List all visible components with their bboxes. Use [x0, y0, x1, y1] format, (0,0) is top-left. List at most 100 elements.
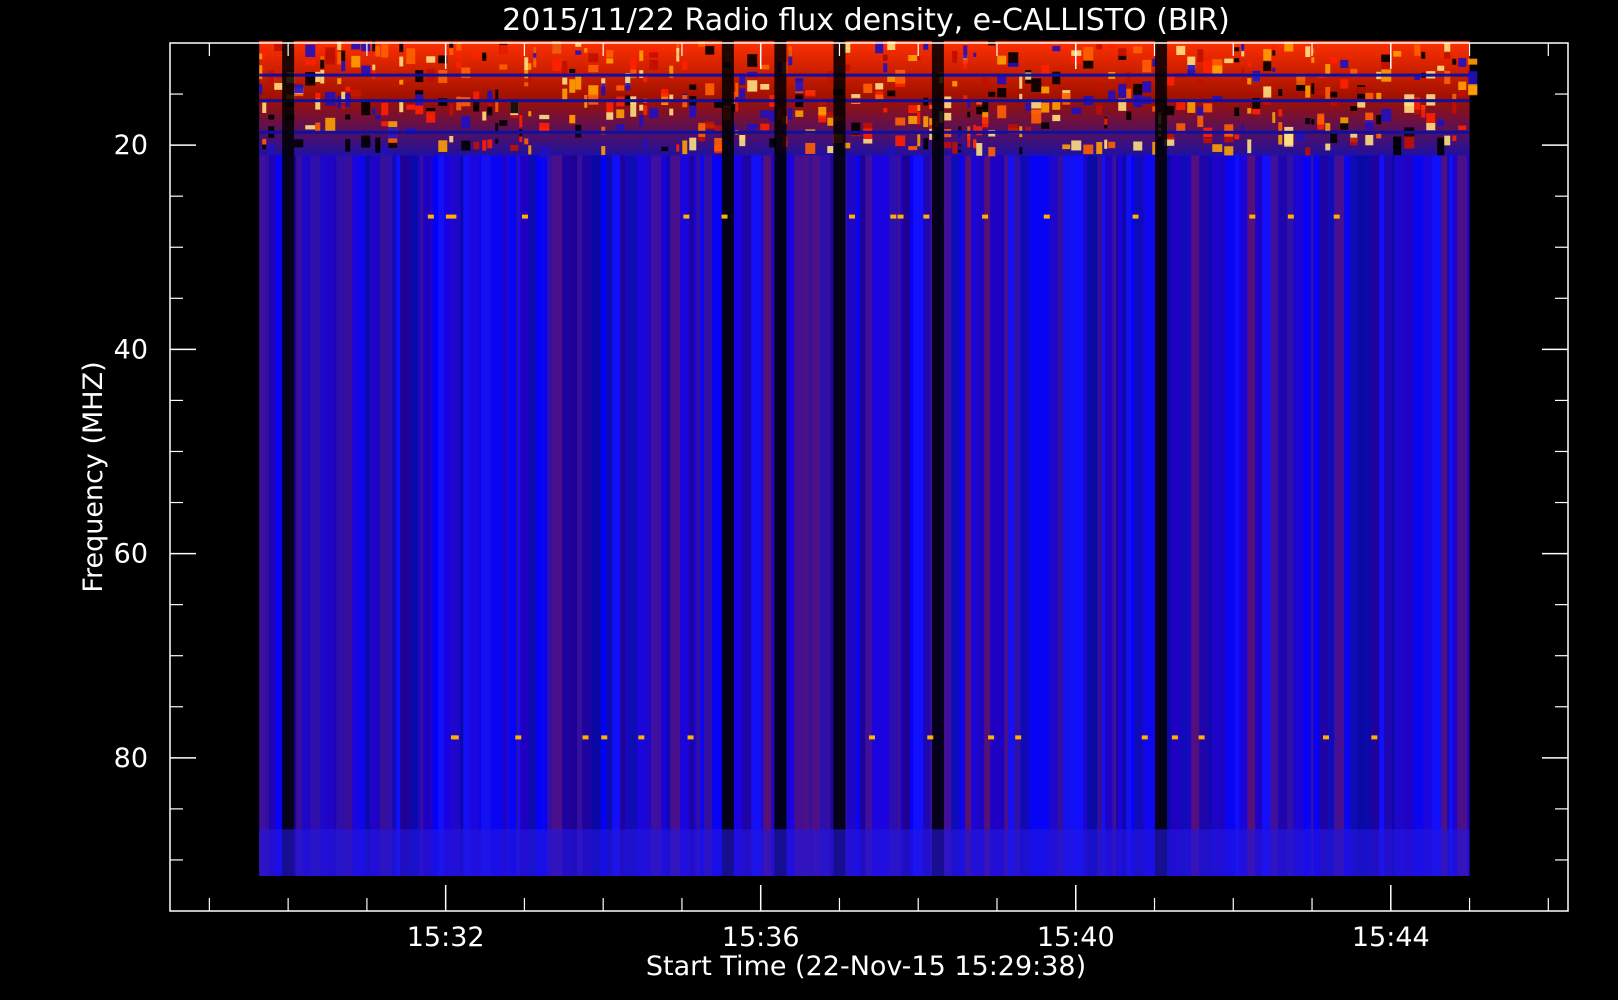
- emission-burst: [895, 117, 906, 126]
- emission-burst: [1452, 93, 1457, 100]
- heatmap-column: [689, 155, 695, 876]
- emission-burst: [1437, 119, 1445, 127]
- emission-burst: [1414, 44, 1421, 56]
- emission-burst: [487, 106, 493, 116]
- emission-burst: [268, 114, 275, 120]
- emission-burst: [917, 112, 921, 125]
- heatmap-column: [396, 155, 401, 876]
- heatmap-column: [299, 155, 303, 876]
- heatmap-column: [359, 155, 366, 876]
- heatmap-column: [1255, 155, 1263, 876]
- heatmap-column: [1134, 155, 1144, 876]
- x-tick-label: 15:32: [407, 922, 485, 953]
- emission-burst: [1393, 51, 1402, 57]
- heatmap-column: [1212, 155, 1222, 876]
- heatmap-column: [326, 155, 335, 876]
- heatmap-column: [1300, 155, 1304, 876]
- heatmap-column: [1073, 155, 1084, 876]
- emission-burst: [315, 122, 321, 132]
- heatmap-column: [1319, 155, 1329, 876]
- heatmap-column: [878, 155, 883, 876]
- y-axis-label: Frequency (MHZ): [78, 361, 109, 592]
- heatmap-column: [541, 155, 544, 876]
- emission-burst: [747, 54, 758, 67]
- heatmap-column: [1105, 155, 1113, 876]
- heatmap-column: [1083, 155, 1088, 876]
- heatmap-column: [612, 155, 621, 876]
- emission-burst: [449, 104, 454, 116]
- heatmap-column: [973, 155, 977, 876]
- emission-burst: [988, 147, 996, 157]
- emission-burst: [630, 103, 637, 117]
- emission-burst: [1083, 59, 1094, 69]
- emission-burst: [1365, 135, 1374, 146]
- emission-burst: [1317, 113, 1325, 125]
- emission-burst: [575, 50, 582, 55]
- emission-burst: [1247, 108, 1252, 114]
- emission-burst: [827, 146, 834, 154]
- x-tick-label: 15:40: [1037, 922, 1115, 953]
- heatmap-column: [1432, 155, 1442, 876]
- heatmap-column: [763, 155, 772, 876]
- heatmap-column: [812, 155, 821, 876]
- emission-burst: [1426, 113, 1436, 125]
- emission-burst: [1458, 81, 1467, 91]
- emission-burst: [917, 134, 921, 147]
- emission-burst: [325, 91, 336, 106]
- emission-burst: [895, 135, 906, 147]
- emission-dot: [445, 214, 452, 219]
- emission-burst: [760, 64, 770, 70]
- heatmap-column: [386, 155, 393, 876]
- emission-burst: [1019, 75, 1023, 89]
- heatmap-column: [1350, 155, 1358, 876]
- emission-burst: [1272, 112, 1276, 123]
- emission-burst: [361, 65, 371, 75]
- emission-burst: [1311, 57, 1315, 63]
- heatmap-column: [809, 155, 813, 876]
- emission-burst: [524, 68, 529, 79]
- emission-burst: [473, 100, 480, 112]
- emission-burst: [337, 51, 342, 65]
- emission-burst: [827, 117, 834, 126]
- emission-burst: [1340, 117, 1349, 124]
- heatmap-column: [1131, 155, 1135, 876]
- heatmap-column: [965, 155, 972, 876]
- heatmap-column: [620, 155, 626, 876]
- heatmap-column: [1303, 155, 1309, 876]
- heatmap-column: [1262, 155, 1271, 876]
- heatmap-column: [913, 155, 924, 876]
- emission-burst: [963, 45, 968, 59]
- emission-burst: [1325, 123, 1331, 132]
- emission-dot: [582, 735, 589, 740]
- emission-dot: [521, 214, 528, 219]
- heatmap-column: [336, 155, 346, 876]
- emission-burst: [1340, 59, 1349, 68]
- emission-burst: [1444, 70, 1451, 85]
- emission-burst: [495, 138, 499, 144]
- heatmap-column: [543, 155, 548, 876]
- emission-burst: [569, 115, 576, 124]
- emission-burst: [735, 101, 739, 112]
- emission-burst: [601, 146, 606, 155]
- emission-burst: [698, 41, 706, 47]
- heatmap-column: [479, 155, 482, 876]
- emission-burst: [639, 50, 644, 61]
- emission-burst: [805, 142, 816, 154]
- emission-burst: [528, 111, 532, 117]
- emission-burst: [1317, 90, 1325, 95]
- emission-burst: [406, 104, 416, 110]
- emission-burst: [1241, 43, 1245, 52]
- y-tick-label: 60: [114, 539, 148, 570]
- emission-burst: [973, 139, 977, 149]
- heatmap-column: [577, 155, 583, 876]
- heatmap-column: [536, 155, 542, 876]
- emission-burst: [305, 44, 316, 57]
- emission-burst: [1083, 144, 1094, 155]
- emission-burst: [735, 82, 739, 97]
- emission-burst: [923, 138, 929, 150]
- emission-burst: [1234, 47, 1240, 52]
- low-band: [259, 829, 1470, 876]
- heatmap-column: [265, 155, 270, 876]
- emission-burst: [528, 63, 532, 70]
- y-tick-label: 20: [114, 130, 148, 161]
